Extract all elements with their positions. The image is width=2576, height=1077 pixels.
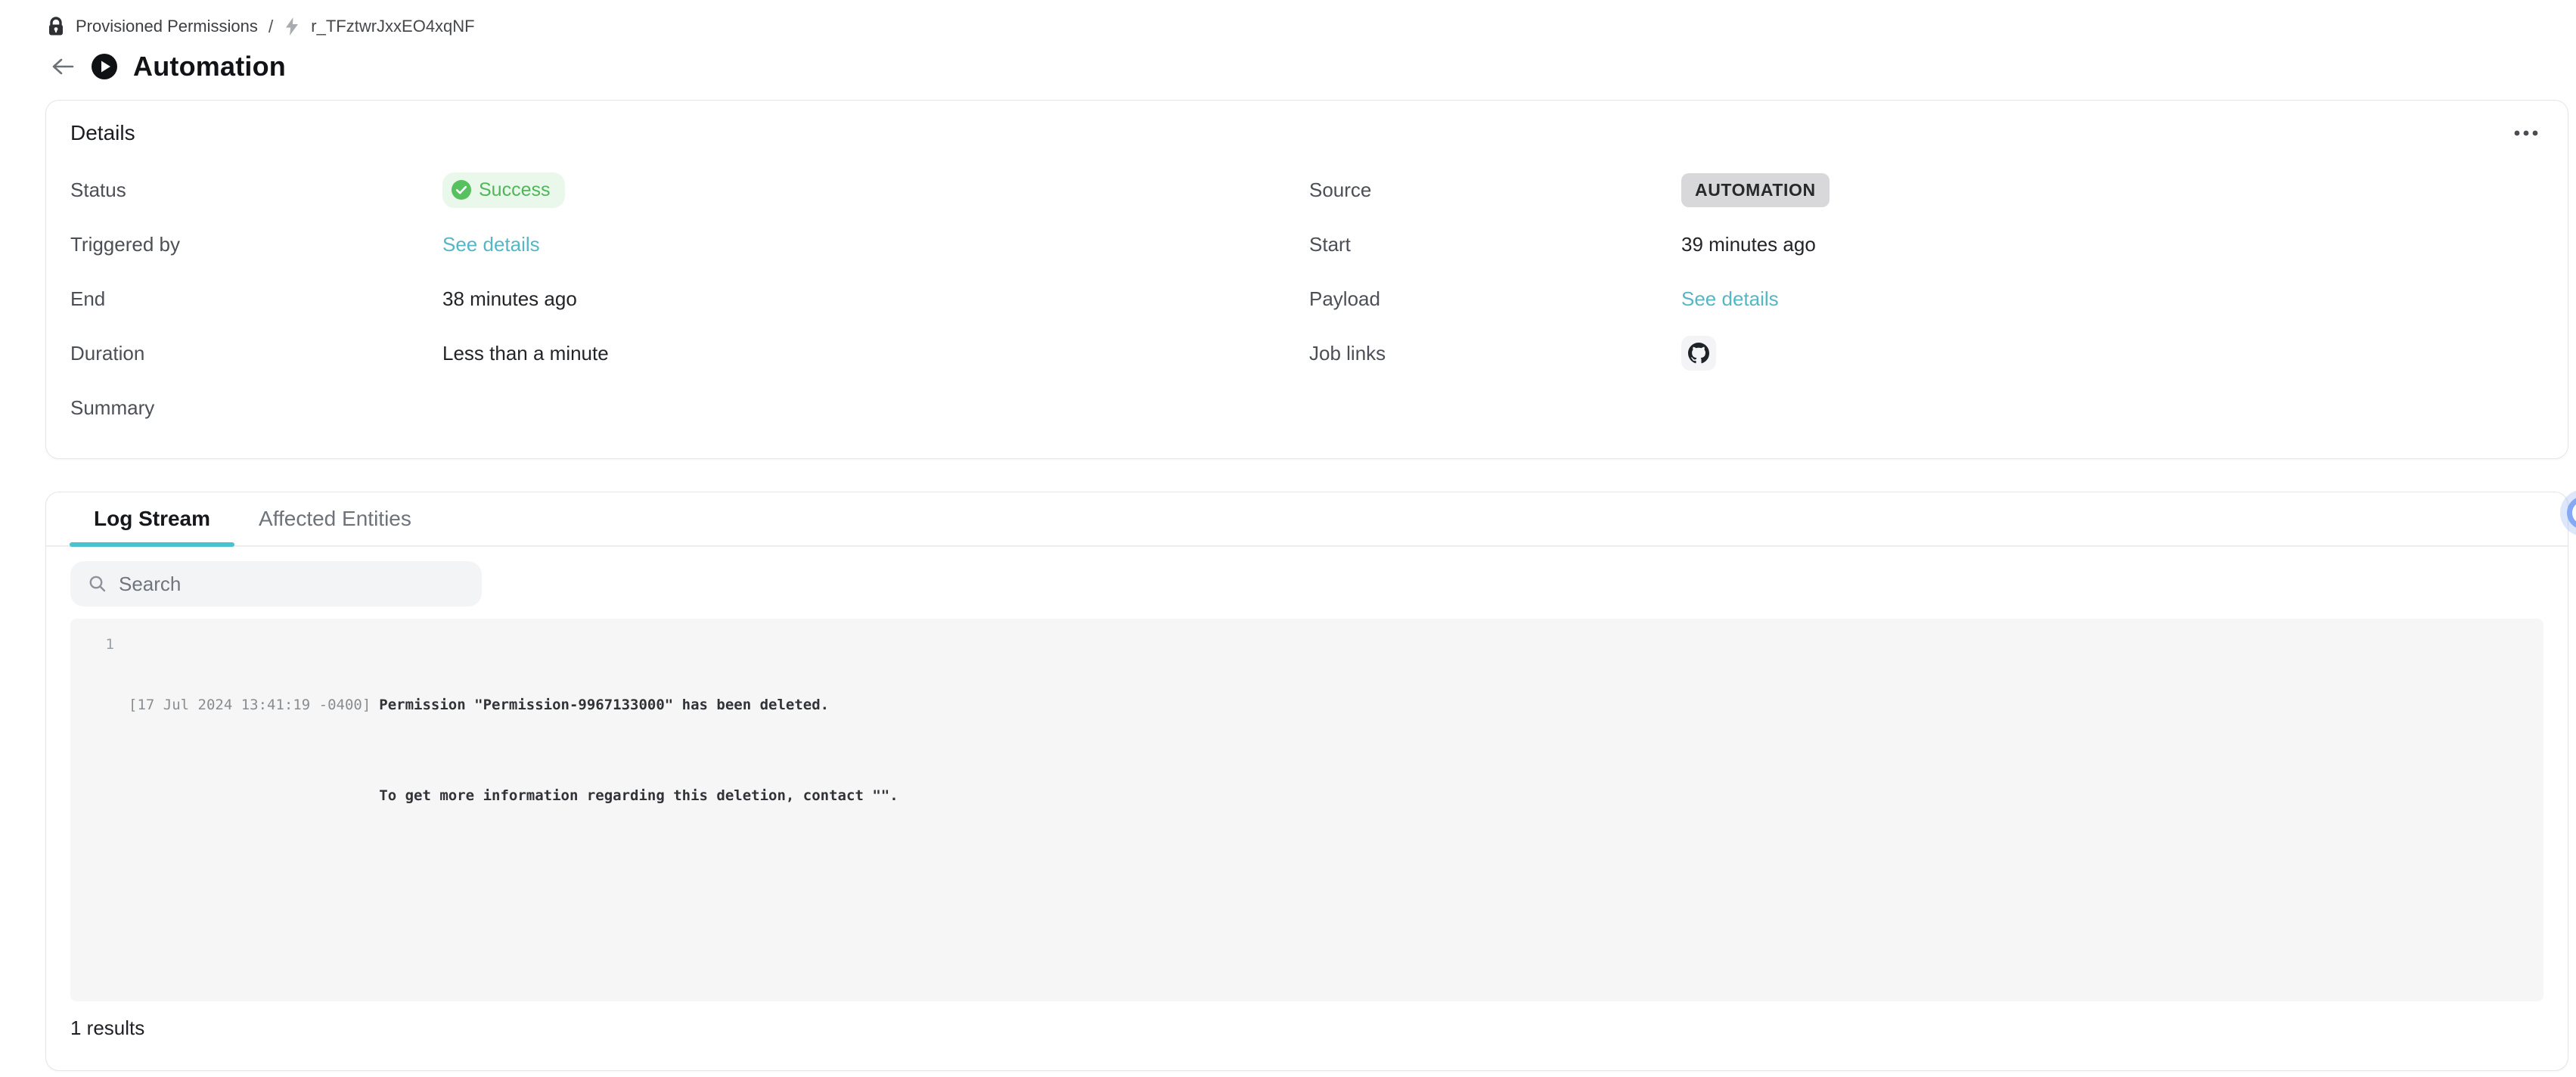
end-value: 38 minutes ago <box>442 287 577 311</box>
start-value: 39 minutes ago <box>1681 233 1816 256</box>
details-row-source: Source AUTOMATION <box>1309 163 2543 217</box>
source-badge: AUTOMATION <box>1681 173 1830 207</box>
log-line: 1 [17 Jul 2024 13:41:19 -0400] Permission… <box>70 629 2543 871</box>
details-row-end: End 38 minutes ago <box>70 272 1309 326</box>
results-count: 1 results <box>70 1016 2568 1040</box>
details-card: Details Status Success <box>45 100 2568 459</box>
github-link[interactable] <box>1681 336 1716 371</box>
details-label: Payload <box>1309 287 1681 311</box>
breadcrumb-item-run-id: r_TFztwrJxxEO4xqNF <box>311 17 474 36</box>
details-column-right: Source AUTOMATION Start 39 minutes ago P… <box>1309 163 2543 435</box>
details-row-start: Start 39 minutes ago <box>1309 217 2543 272</box>
log-message-continuation: To get more information regarding this d… <box>379 787 898 804</box>
duration-value: Less than a minute <box>442 342 609 365</box>
triggered-by-see-details-link[interactable]: See details <box>442 233 540 256</box>
details-row-summary: Summary <box>70 380 1309 435</box>
details-label: Start <box>1309 233 1681 256</box>
search-icon <box>88 575 107 593</box>
details-label: Duration <box>70 342 442 365</box>
details-row-payload: Payload See details <box>1309 272 2543 326</box>
breadcrumb-item-provisioned-permissions[interactable]: Provisioned Permissions <box>76 17 258 36</box>
payload-see-details-link[interactable]: See details <box>1681 287 1779 311</box>
details-label: Job links <box>1309 342 1681 365</box>
details-heading: Details <box>70 120 135 146</box>
details-row-duration: Duration Less than a minute <box>70 326 1309 380</box>
details-label: Status <box>70 178 442 202</box>
details-label: Source <box>1309 178 1681 202</box>
details-grid: Status Success Triggered by See details <box>46 163 2568 435</box>
breadcrumb-separator: / <box>268 17 273 37</box>
search-input[interactable] <box>119 573 482 596</box>
details-label: Triggered by <box>70 233 442 256</box>
tab-affected-entities[interactable]: Affected Entities <box>234 492 436 545</box>
tab-log-stream[interactable]: Log Stream <box>70 492 234 545</box>
status-badge-label: Success <box>479 179 550 201</box>
status-badge: Success <box>442 172 565 208</box>
lightning-icon <box>284 17 300 36</box>
log-line-number: 1 <box>70 629 114 871</box>
page-header: Automation <box>50 50 286 83</box>
details-label: Summary <box>70 396 442 420</box>
details-column-left: Status Success Triggered by See details <box>70 163 1309 435</box>
ellipsis-menu-button[interactable] <box>2510 126 2542 141</box>
details-label: End <box>70 287 442 311</box>
back-button[interactable] <box>50 55 76 78</box>
breadcrumb: Provisioned Permissions / r_TFztwrJxxEO4… <box>47 14 475 39</box>
log-timestamp: [17 Jul 2024 13:41:19 -0400] <box>129 697 371 713</box>
details-row-job-links: Job links <box>1309 326 2543 380</box>
search-box <box>70 561 482 607</box>
log-viewer[interactable]: 1 [17 Jul 2024 13:41:19 -0400] Permission… <box>70 619 2543 1001</box>
github-icon <box>1688 343 1709 364</box>
log-card: Log Stream Affected Entities 1 [17 Jul 2… <box>45 492 2568 1071</box>
log-line-text: [17 Jul 2024 13:41:19 -0400] Permission "… <box>129 629 898 871</box>
lock-icon <box>47 17 65 36</box>
page-title: Automation <box>133 51 286 82</box>
details-row-status: Status Success <box>70 163 1309 217</box>
tab-bar: Log Stream Affected Entities <box>46 492 2568 547</box>
play-circle-icon <box>91 53 118 80</box>
check-circle-icon <box>452 180 471 200</box>
details-row-triggered-by: Triggered by See details <box>70 217 1309 272</box>
log-message: Permission "Permission-9967133000" has b… <box>379 697 829 713</box>
